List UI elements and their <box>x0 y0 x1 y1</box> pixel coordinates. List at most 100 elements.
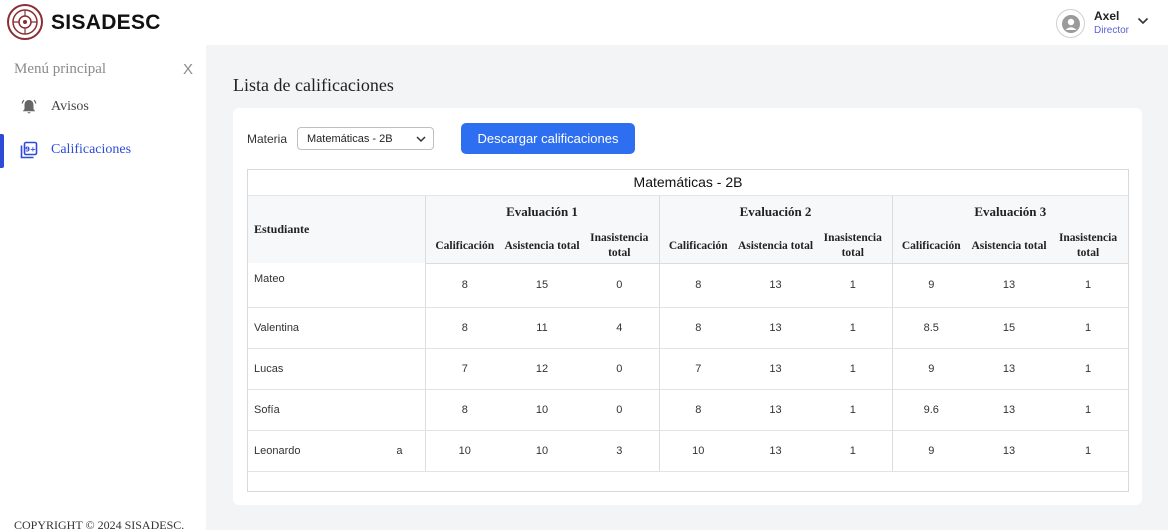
grade-cell: 1 <box>1048 263 1129 308</box>
sidebar-item-calificaciones[interactable]: 9+ Calificaciones <box>0 134 206 168</box>
student-name-trailing-text: a <box>396 444 403 457</box>
school-logo-icon <box>7 4 43 40</box>
grades-card: Materia Matemáticas - 2B Descargar calif… <box>233 108 1142 505</box>
grade-cell: 13 <box>970 348 1048 390</box>
grade-cell: 9 <box>891 263 970 308</box>
grade-cell: 8 <box>658 307 737 349</box>
grade-cell: 7 <box>658 348 737 390</box>
grade-cell: 15 <box>970 307 1048 349</box>
evaluation-header: Evaluación 2 <box>658 195 892 228</box>
column-header: Calificación <box>424 228 504 264</box>
student-name: Leonardo <box>254 444 301 457</box>
table-row: Lucas 7 12 0 7 13 1 9 13 1 <box>248 348 1129 390</box>
grade-cell: 8 <box>424 263 504 308</box>
grade-cell: 13 <box>737 307 814 349</box>
grade-cell: 8.5 <box>891 307 970 349</box>
grade-cell: 3 <box>580 430 659 472</box>
table-title: Matemáticas - 2B <box>248 170 1129 196</box>
grade-cell: 13 <box>737 263 814 308</box>
menu-title: Menú principal <box>14 61 107 77</box>
grade-cell: 9 <box>891 430 970 472</box>
column-header: Asistencia total <box>970 228 1048 264</box>
grade-cell: 10 <box>504 389 580 431</box>
user-avatar-icon[interactable] <box>1056 9 1085 38</box>
table-row: Mateo 8 15 0 8 13 1 9 13 1 <box>248 263 1129 308</box>
grade-cell: 12 <box>504 348 580 390</box>
grade-cell: 9 <box>891 348 970 390</box>
user-name: Axel <box>1094 9 1120 23</box>
grade-cell: 10 <box>424 430 504 472</box>
sidebar-item-label: Calificaciones <box>51 142 132 157</box>
table-row: Leonardo a 10 10 3 10 13 1 9 13 1 <box>248 430 1129 472</box>
student-column-header: Estudiante <box>248 195 425 263</box>
grade-cell: 13 <box>970 430 1048 472</box>
column-header: Asistencia total <box>504 228 580 264</box>
svg-text:9+: 9+ <box>25 146 36 154</box>
sidebar: Menú principal X Avisos 9+ Calificacione… <box>0 45 206 530</box>
grade-cell: 8 <box>658 389 737 431</box>
grade-cell: 7 <box>424 348 504 390</box>
chevron-down-icon[interactable] <box>1137 16 1149 26</box>
student-name: Valentina <box>254 321 300 334</box>
grade-cell: 10 <box>504 430 580 472</box>
grade-cell: 0 <box>580 263 659 308</box>
chevron-down-icon <box>416 136 426 143</box>
grade-cell: 1 <box>1048 307 1129 349</box>
grade-cell: 13 <box>970 263 1048 308</box>
subject-select[interactable]: Matemáticas - 2B <box>297 127 434 150</box>
column-header: Inasistencia total <box>1048 228 1129 264</box>
grade-cell: 8 <box>424 307 504 349</box>
evaluation-header: Evaluación 3 <box>891 195 1129 228</box>
app-title: SISADESC <box>51 11 161 34</box>
grade-cell: 11 <box>504 307 580 349</box>
grade-cell: 1 <box>1048 348 1129 390</box>
table-body: Mateo 8 15 0 8 13 1 9 13 1 Valentina 8 11 4 8 13 1 8.5 15 1… <box>248 263 1129 472</box>
top-bar: SISADESC Axel Director <box>0 0 1168 45</box>
page-title: Lista de calificaciones <box>233 75 394 95</box>
bell-icon <box>21 99 37 114</box>
grade-cell: 8 <box>424 389 504 431</box>
grade-cell: 1 <box>814 307 892 349</box>
column-header: Inasistencia total <box>814 228 892 264</box>
student-name-cell: Sofía <box>248 389 425 431</box>
student-name-cell: Mateo <box>248 263 425 308</box>
close-menu-button[interactable]: X <box>183 61 193 78</box>
grade-cell: 13 <box>970 389 1048 431</box>
download-grades-button[interactable]: Descargar calificaciones <box>461 123 635 154</box>
grade-cell: 13 <box>737 430 814 472</box>
grades-icon: 9+ <box>20 141 38 159</box>
grade-cell: 0 <box>580 389 659 431</box>
student-name: Lucas <box>254 362 284 375</box>
grade-cell: 1 <box>814 389 892 431</box>
grade-cell: 1 <box>1048 430 1129 472</box>
grade-cell: 0 <box>580 348 659 390</box>
subject-filter-label: Materia <box>247 132 288 146</box>
student-name: Sofía <box>254 403 280 416</box>
student-name: Mateo <box>254 273 285 285</box>
grade-cell: 13 <box>737 389 814 431</box>
student-name-cell: Valentina <box>248 307 425 349</box>
column-header: Calificación <box>658 228 737 264</box>
student-name-cell: Leonardo a <box>248 430 425 472</box>
grades-table: Matemáticas - 2B Estudiante Evaluación 1… <box>247 169 1129 492</box>
column-header: Asistencia total <box>737 228 814 264</box>
column-header: Calificación <box>891 228 970 264</box>
user-role: Director <box>1094 25 1130 36</box>
grade-cell: 8 <box>658 263 737 308</box>
grade-cell: 13 <box>737 348 814 390</box>
evaluation-header: Evaluación 1 <box>424 195 659 228</box>
copyright-footer: COPYRIGHT © 2024 SISADESC. <box>14 518 185 530</box>
grade-cell: 1 <box>814 430 892 472</box>
grade-cell: 9.6 <box>891 389 970 431</box>
grade-cell: 1 <box>814 263 892 308</box>
student-name-cell: Lucas <box>248 348 425 390</box>
sidebar-item-label: Avisos <box>51 99 89 114</box>
grade-cell: 10 <box>658 430 737 472</box>
table-row: Valentina 8 11 4 8 13 1 8.5 15 1 <box>248 307 1129 349</box>
grade-cell: 4 <box>580 307 659 349</box>
column-header: Inasistencia total <box>580 228 659 264</box>
grade-cell: 1 <box>814 348 892 390</box>
grade-cell: 1 <box>1048 389 1129 431</box>
sidebar-item-avisos[interactable]: Avisos <box>0 91 206 125</box>
subject-select-value: Matemáticas - 2B <box>307 133 393 145</box>
